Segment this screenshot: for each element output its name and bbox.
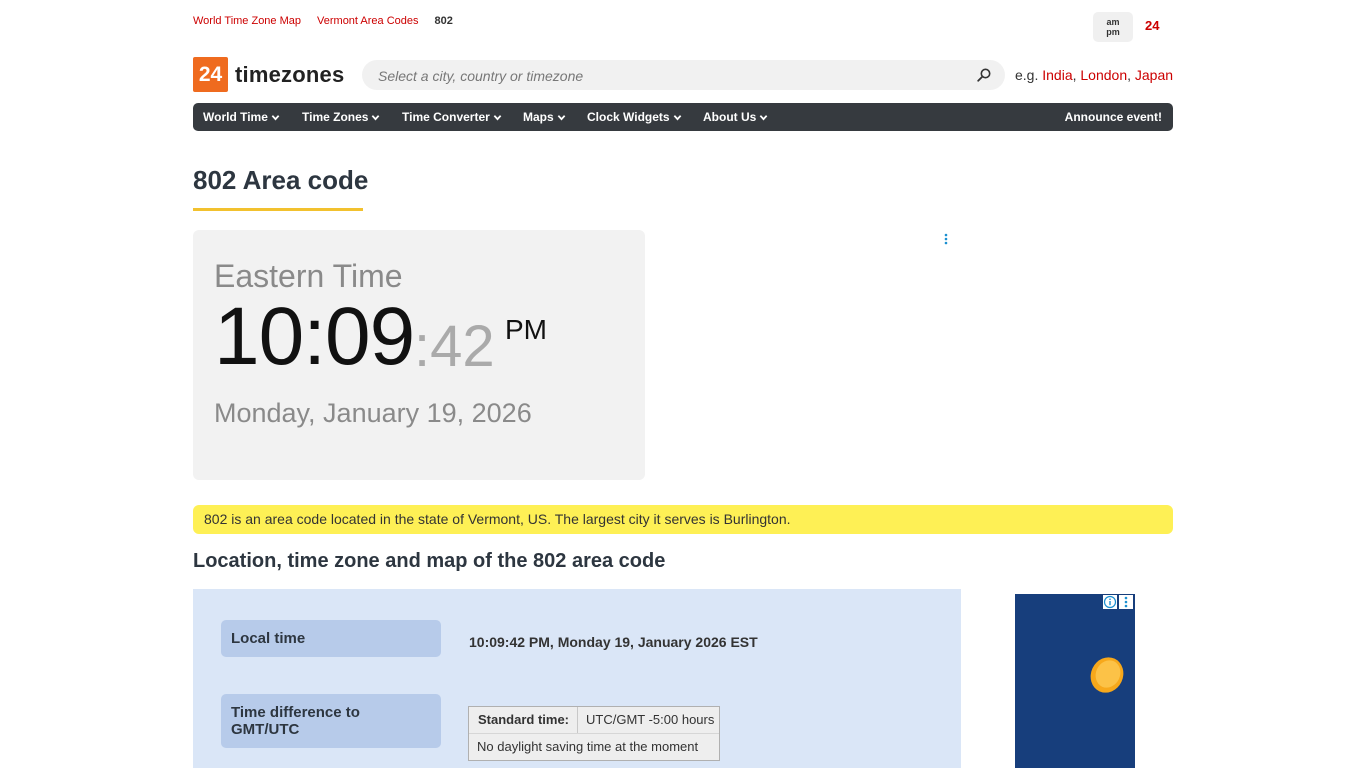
timezone-name: Eastern Time: [214, 258, 403, 294]
menu-item-time-converter[interactable]: Time Converter: [402, 103, 502, 131]
ad-options-icon[interactable]: [1119, 595, 1133, 609]
section-title: Location, time zone and map of the 802 a…: [193, 550, 666, 572]
clock-card: Eastern Time 10:09 :42 PM Monday, Januar…: [193, 230, 645, 480]
clock-hours-minutes: 10:09: [214, 291, 415, 382]
chevron-down-icon: [557, 115, 565, 121]
menu-item-maps[interactable]: Maps: [523, 103, 566, 131]
dst-note: No daylight saving time at the moment: [477, 739, 699, 754]
standard-time-row: Standard time: UTC/GMT -5:00 hours: [469, 707, 719, 734]
ampm-label-pm: pm: [1106, 27, 1120, 37]
menu-item-label: World Time: [203, 110, 268, 124]
chevron-down-icon: [493, 115, 502, 121]
ad-options-icon[interactable]: [944, 233, 948, 245]
logo-badge: 24: [193, 57, 228, 92]
example-link-japan[interactable]: Japan: [1135, 67, 1173, 83]
page-title: 802 Area code: [193, 165, 369, 195]
coin-image: [1090, 657, 1124, 693]
search-bar: [362, 60, 1005, 92]
logo-text: timezones: [235, 61, 345, 87]
breadcrumb-world-time-zone-map[interactable]: World Time Zone Map: [193, 15, 301, 27]
menu-item-label: Clock Widgets: [587, 110, 670, 124]
site-logo[interactable]: 24 timezones: [193, 57, 344, 92]
24h-format-button[interactable]: 24: [1145, 18, 1159, 33]
time-difference-table: Standard time: UTC/GMT -5:00 hours No da…: [468, 706, 720, 761]
menu-item-world-time[interactable]: World Time: [203, 103, 280, 131]
search-input[interactable]: [362, 60, 960, 92]
breadcrumb-current: 802: [434, 15, 453, 27]
ad-info-icon[interactable]: [1103, 595, 1117, 609]
menu-item-label: Time Zones: [302, 110, 369, 124]
side-advertisement[interactable]: [1015, 594, 1135, 768]
announce-event-link[interactable]: Announce event!: [1065, 103, 1162, 131]
info-banner: 802 is an area code located in the state…: [193, 505, 1173, 534]
breadcrumb-vermont-area-codes[interactable]: Vermont Area Codes: [317, 15, 419, 27]
standard-time-label: Standard time:: [469, 707, 579, 733]
ampm-label-am: am: [1106, 17, 1120, 27]
menu-item-label: Time Converter: [402, 110, 490, 124]
local-time-label: Local time: [221, 620, 441, 657]
menu-item-label: About Us: [703, 110, 757, 124]
chevron-down-icon: [372, 115, 380, 121]
details-panel: Local time 10:09:42 PM, Monday 19, Janua…: [193, 589, 961, 768]
time-difference-label: Time difference to GMT/UTC: [221, 694, 441, 748]
title-underline: [193, 208, 363, 211]
standard-time-value: UTC/GMT -5:00 hours: [586, 712, 715, 727]
search-examples: e.g. India, London, Japan: [1015, 67, 1174, 83]
menu-item-label: Maps: [523, 110, 554, 124]
chevron-down-icon: [673, 115, 681, 121]
example-link-india[interactable]: India: [1042, 67, 1072, 83]
menu-item-time-zones[interactable]: Time Zones: [302, 103, 380, 131]
example-link-london[interactable]: London: [1080, 67, 1127, 83]
chevron-down-icon: [271, 115, 280, 121]
menu-item-clock-widgets[interactable]: Clock Widgets: [587, 103, 682, 131]
breadcrumb: World Time Zone Map Vermont Area Codes 8…: [193, 15, 453, 27]
clock-date: Monday, January 19, 2026: [214, 398, 532, 428]
ampm-format-button[interactable]: am pm: [1093, 12, 1133, 42]
chevron-down-icon: [760, 115, 768, 121]
clock-seconds: :42: [414, 314, 495, 379]
local-time-value: 10:09:42 PM, Monday 19, January 2026 EST: [469, 634, 758, 650]
menu-item-about-us[interactable]: About Us: [703, 103, 768, 131]
main-menu: World Time Time Zones Time Converter Map…: [193, 103, 1173, 131]
examples-prefix: e.g.: [1015, 67, 1039, 83]
clock-ampm: PM: [505, 314, 547, 345]
search-icon[interactable]: [977, 68, 991, 82]
